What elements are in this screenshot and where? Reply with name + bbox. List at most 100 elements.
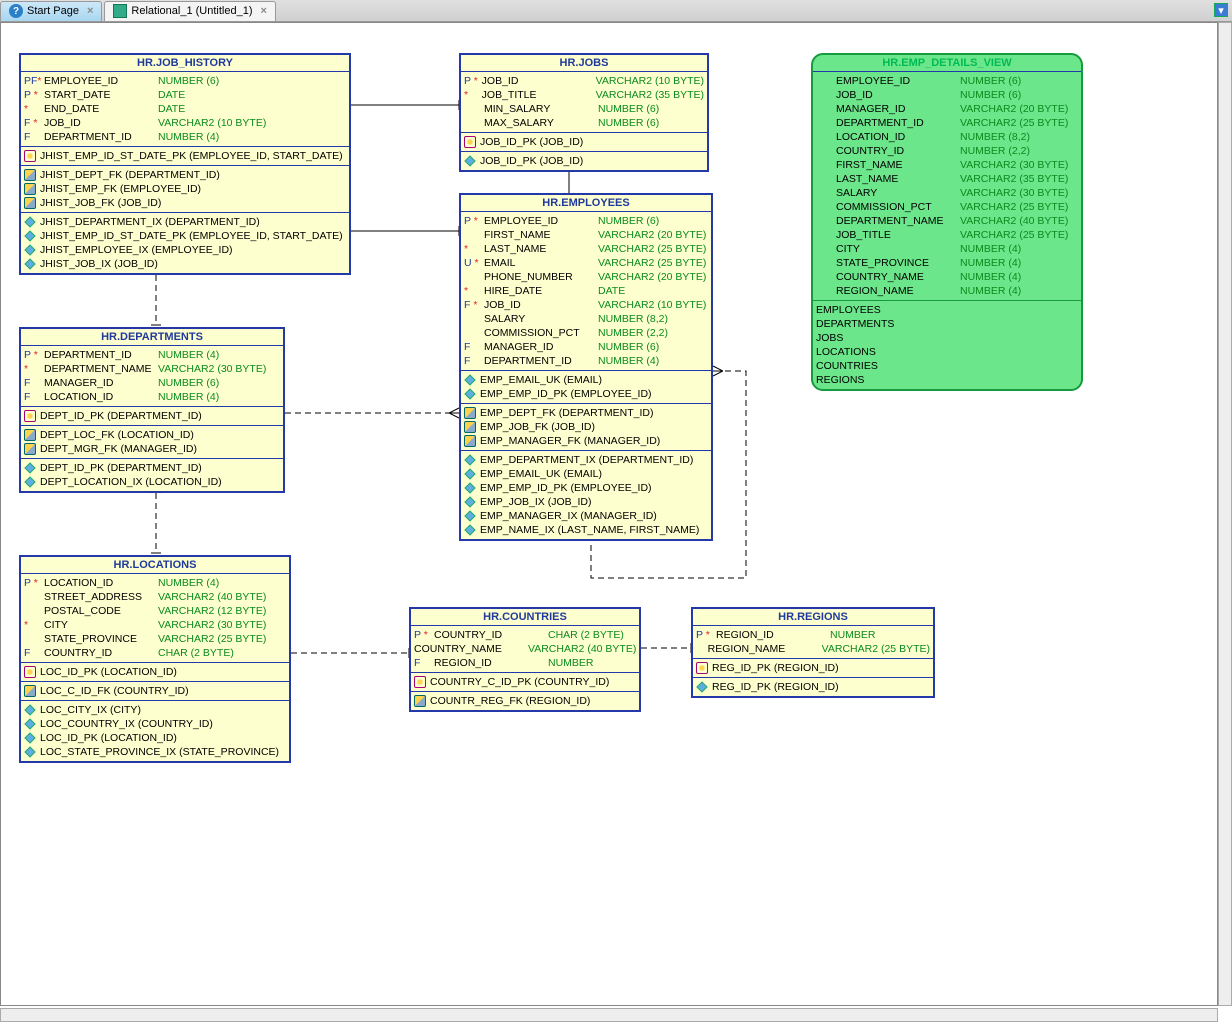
index-section: JOB_ID_PK (JOB_ID) (461, 152, 707, 170)
pk-section: DEPT_ID_PK (DEPARTMENT_ID) (21, 407, 283, 426)
diagram-canvas[interactable]: HR.JOB_HISTORY PF*EMPLOYEE_IDNUMBER (6)P… (0, 22, 1218, 1006)
fk-icon (464, 407, 476, 419)
index-row: EMP_MANAGER_FK (MANAGER_ID) (464, 434, 708, 448)
index-row: EMP_EMAIL_UK (EMAIL) (464, 373, 708, 387)
column-row: *CITYVARCHAR2 (30 BYTE) (24, 618, 286, 632)
pk-section: JOB_ID_PK (JOB_ID) (461, 133, 707, 152)
diamond-icon (464, 468, 475, 479)
entity-employees[interactable]: HR.EMPLOYEES P *EMPLOYEE_IDNUMBER (6)FIR… (459, 193, 713, 541)
entity-jobs[interactable]: HR.JOBS P *JOB_IDVARCHAR2 (10 BYTE) *JOB… (459, 53, 709, 172)
entity-emp-details-view[interactable]: HR.EMP_DETAILS_VIEW EMPLOYEE_IDNUMBER (6… (811, 53, 1083, 391)
index-row: EMP_EMP_ID_PK (EMPLOYEE_ID) (464, 481, 708, 495)
fk-icon (464, 435, 476, 447)
close-icon[interactable]: × (261, 5, 267, 17)
fk-icon (464, 421, 476, 433)
diamond-icon (464, 454, 475, 465)
tab-label: Start Page (27, 5, 79, 17)
index-row: COUNTR_REG_FK (REGION_ID) (414, 694, 636, 708)
fk-icon (24, 443, 36, 455)
entity-title: HR.EMP_DETAILS_VIEW (813, 55, 1081, 72)
column-row: STATE_PROVINCEVARCHAR2 (25 BYTE) (24, 632, 286, 646)
index-row: DEPARTMENTS (816, 317, 1078, 331)
column-row: LAST_NAMEVARCHAR2 (35 BYTE) (816, 172, 1078, 186)
index-row: DEPT_LOCATION_IX (LOCATION_ID) (24, 475, 280, 489)
index-row: EMP_DEPARTMENT_IX (DEPARTMENT_ID) (464, 453, 708, 467)
index-row: JHIST_DEPT_FK (DEPARTMENT_ID) (24, 168, 346, 182)
index-row: DEPT_LOC_FK (LOCATION_ID) (24, 428, 280, 442)
index-row: EMPLOYEES (816, 303, 1078, 317)
column-row: FIRST_NAMEVARCHAR2 (30 BYTE) (816, 158, 1078, 172)
index-row: JHIST_EMP_ID_ST_DATE_PK (EMPLOYEE_ID, ST… (24, 149, 346, 163)
columns-section: EMPLOYEE_IDNUMBER (6)JOB_IDNUMBER (6)MAN… (813, 72, 1081, 301)
column-row: COUNTRY_NAMENUMBER (4) (816, 270, 1078, 284)
entity-regions[interactable]: HR.REGIONS P *REGION_IDNUMBERREGION_NAME… (691, 607, 935, 698)
index-row: LOC_CITY_IX (CITY) (24, 703, 286, 717)
column-row: EMPLOYEE_IDNUMBER (6) (816, 74, 1078, 88)
diamond-icon (464, 496, 475, 507)
index-row: REGIONS (816, 373, 1078, 387)
index-row: DEPT_ID_PK (DEPARTMENT_ID) (24, 461, 280, 475)
column-row: FMANAGER_IDNUMBER (6) (464, 340, 708, 354)
key-icon (24, 666, 36, 678)
column-row: MANAGER_IDVARCHAR2 (20 BYTE) (816, 102, 1078, 116)
index-row: LOC_STATE_PROVINCE_IX (STATE_PROVINCE) (24, 745, 286, 759)
column-row: P *START_DATEDATE (24, 88, 346, 102)
index-row: JOB_ID_PK (JOB_ID) (464, 135, 704, 149)
diamond-icon (464, 155, 475, 166)
column-row: FIRST_NAMEVARCHAR2 (20 BYTE) (464, 228, 708, 242)
index-row: JHIST_JOB_IX (JOB_ID) (24, 257, 346, 271)
column-row: SALARYVARCHAR2 (30 BYTE) (816, 186, 1078, 200)
entity-locations[interactable]: HR.LOCATIONS P *LOCATION_IDNUMBER (4)STR… (19, 555, 291, 763)
fk-icon (24, 169, 36, 181)
diamond-icon (696, 681, 707, 692)
entity-departments[interactable]: HR.DEPARTMENTS P *DEPARTMENT_IDNUMBER (4… (19, 327, 285, 493)
minimize-button[interactable]: ▾ (1214, 3, 1228, 17)
fk-section: DEPT_LOC_FK (LOCATION_ID)DEPT_MGR_FK (MA… (21, 426, 283, 459)
column-row: COMMISSION_PCTVARCHAR2 (25 BYTE) (816, 200, 1078, 214)
diamond-icon (24, 216, 35, 227)
column-row: FREGION_IDNUMBER (414, 656, 636, 670)
index-row: LOCATIONS (816, 345, 1078, 359)
diamond-icon (24, 746, 35, 757)
fk-section: COUNTR_REG_FK (REGION_ID) (411, 692, 639, 710)
column-row: LOCATION_IDNUMBER (8,2) (816, 130, 1078, 144)
index-row: EMP_DEPT_FK (DEPARTMENT_ID) (464, 406, 708, 420)
column-row: REGION_NAMENUMBER (4) (816, 284, 1078, 298)
close-icon[interactable]: × (87, 5, 93, 17)
tab-start-page[interactable]: ? Start Page × (0, 1, 102, 21)
index-row: JOB_ID_PK (JOB_ID) (464, 154, 704, 168)
column-row: SALARYNUMBER (8,2) (464, 312, 708, 326)
fk-section: LOC_C_ID_FK (COUNTRY_ID) (21, 682, 289, 701)
column-row: P *EMPLOYEE_IDNUMBER (6) (464, 214, 708, 228)
column-row: CITYNUMBER (4) (816, 242, 1078, 256)
columns-section: P *JOB_IDVARCHAR2 (10 BYTE) *JOB_TITLEVA… (461, 72, 707, 133)
diamond-icon (24, 230, 35, 241)
index-row: JHIST_JOB_FK (JOB_ID) (24, 196, 346, 210)
column-row: P *COUNTRY_IDCHAR (2 BYTE) (414, 628, 636, 642)
index-section: REG_ID_PK (REGION_ID) (693, 678, 933, 696)
index-row: COUNTRY_C_ID_PK (COUNTRY_ID) (414, 675, 636, 689)
uk-section: EMP_EMAIL_UK (EMAIL)EMP_EMP_ID_PK (EMPLO… (461, 371, 711, 404)
column-row: *END_DATEDATE (24, 102, 346, 116)
diamond-icon (464, 510, 475, 521)
pk-section: COUNTRY_C_ID_PK (COUNTRY_ID) (411, 673, 639, 692)
columns-section: P *DEPARTMENT_IDNUMBER (4) *DEPARTMENT_N… (21, 346, 283, 407)
index-row: REG_ID_PK (REGION_ID) (696, 680, 930, 694)
columns-section: P *COUNTRY_IDCHAR (2 BYTE)COUNTRY_NAMEVA… (411, 626, 639, 673)
diamond-icon (464, 524, 475, 535)
vertical-scrollbar[interactable] (1218, 22, 1232, 1006)
tab-bar: ? Start Page × Relational_1 (Untitled_1)… (0, 0, 1232, 22)
entity-job-history[interactable]: HR.JOB_HISTORY PF*EMPLOYEE_IDNUMBER (6)P… (19, 53, 351, 275)
entity-countries[interactable]: HR.COUNTRIES P *COUNTRY_IDCHAR (2 BYTE)C… (409, 607, 641, 712)
diamond-icon (24, 732, 35, 743)
key-icon (696, 662, 708, 674)
index-row: JHIST_DEPARTMENT_IX (DEPARTMENT_ID) (24, 215, 346, 229)
index-row: EMP_NAME_IX (LAST_NAME, FIRST_NAME) (464, 523, 708, 537)
horizontal-scrollbar[interactable] (0, 1008, 1218, 1022)
tab-relational[interactable]: Relational_1 (Untitled_1) × (104, 1, 276, 21)
refs-section: EMPLOYEESDEPARTMENTSJOBSLOCATIONSCOUNTRI… (813, 301, 1081, 389)
index-row: LOC_ID_PK (LOCATION_ID) (24, 665, 286, 679)
fk-icon (24, 183, 36, 195)
fk-icon (24, 197, 36, 209)
column-row: FCOUNTRY_IDCHAR (2 BYTE) (24, 646, 286, 660)
